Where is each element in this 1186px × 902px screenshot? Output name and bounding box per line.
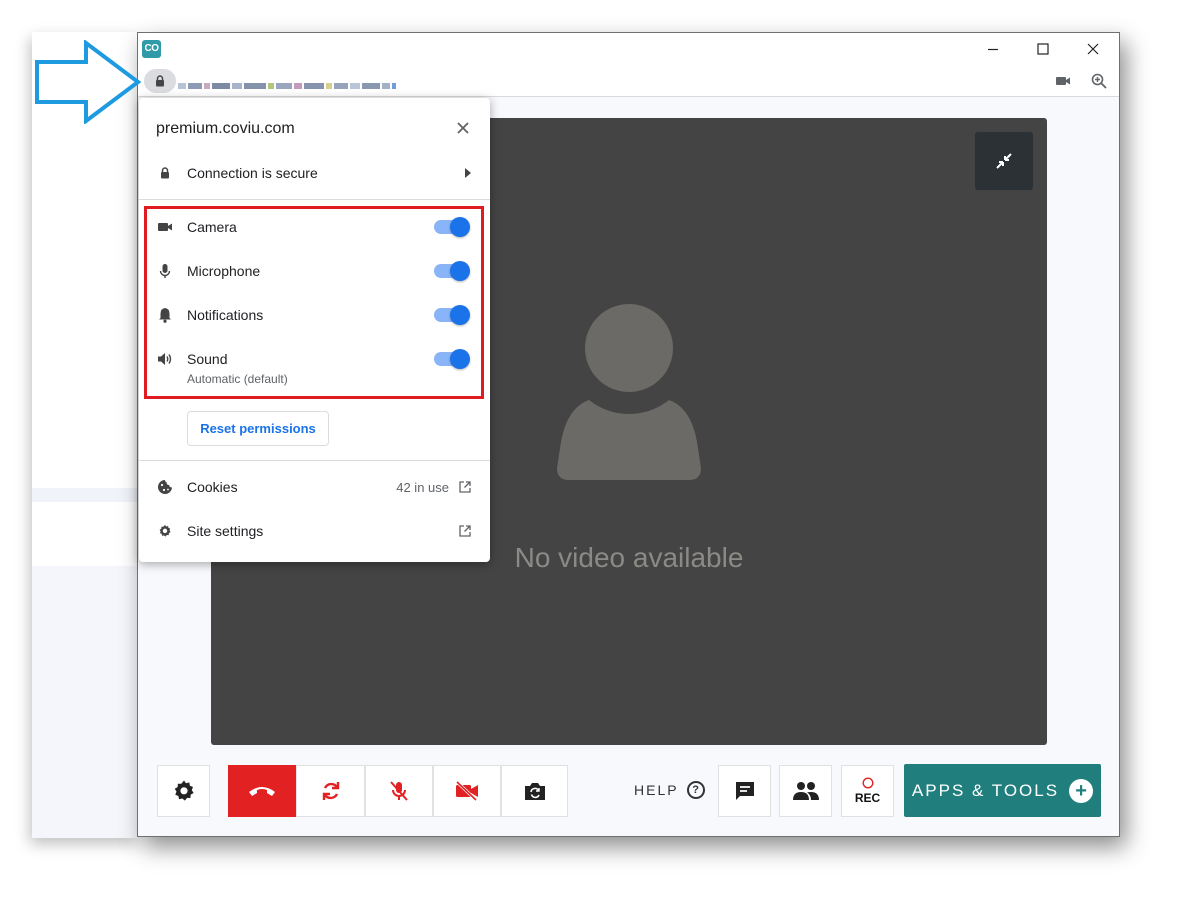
zoom-icon — [1091, 73, 1107, 89]
background-panel — [32, 566, 138, 838]
reset-permissions-button[interactable]: Reset permissions — [187, 411, 329, 446]
camera-icon — [156, 218, 174, 236]
permission-label: Camera — [187, 219, 237, 235]
mute-microphone-button[interactable] — [365, 765, 433, 817]
site-info-popup: premium.coviu.com Connection is secure C… — [139, 98, 490, 562]
permission-row-notifications: Notifications — [139, 301, 490, 329]
cookie-icon — [156, 478, 174, 496]
camera-icon — [1056, 77, 1070, 85]
switch-button[interactable] — [296, 765, 365, 817]
close-button[interactable] — [1069, 33, 1117, 65]
cookies-row[interactable]: Cookies 42 in use — [139, 473, 490, 501]
avatar-placeholder-icon — [557, 304, 701, 480]
permission-row-camera: Camera — [139, 213, 490, 241]
app-logo: CO — [142, 40, 161, 58]
microphone-icon — [156, 262, 174, 280]
open-external-icon — [459, 525, 471, 537]
camera-switch-icon — [524, 783, 545, 800]
screenshot: CO No video available HELP ? REC APPS & … — [0, 0, 1186, 902]
hang-up-button[interactable] — [228, 765, 296, 817]
gear-icon — [174, 780, 194, 801]
refresh-arrows-icon — [322, 782, 339, 800]
bell-icon — [156, 306, 174, 324]
url-text-obscured[interactable] — [178, 77, 478, 89]
settings-button[interactable] — [157, 765, 210, 817]
lock-icon — [156, 75, 164, 87]
record-button[interactable]: REC — [841, 765, 894, 817]
notifications-toggle[interactable] — [434, 305, 470, 325]
plus-circle-icon: + — [1069, 778, 1094, 803]
background-stripe — [32, 488, 138, 502]
phone-hangup-icon — [249, 787, 275, 796]
call-toolbar: HELP ? REC APPS & TOOLS + — [138, 763, 1119, 819]
maximize-button[interactable] — [1019, 33, 1067, 65]
people-icon — [792, 782, 819, 800]
open-external-icon — [459, 481, 471, 493]
collapse-arrows-icon — [996, 153, 1012, 169]
record-circle-icon — [861, 777, 874, 789]
connection-label: Connection is secure — [187, 165, 318, 181]
help-label: HELP — [634, 782, 679, 798]
video-off-icon — [455, 780, 478, 802]
minimize-button[interactable] — [969, 33, 1017, 65]
chat-icon — [735, 782, 754, 800]
divider — [139, 460, 490, 461]
switch-camera-button[interactable] — [501, 765, 568, 817]
cookies-count: 42 in use — [396, 479, 449, 495]
permission-row-microphone: Microphone — [139, 257, 490, 285]
site-info-button[interactable] — [144, 69, 176, 93]
minimize-video-button[interactable] — [975, 132, 1033, 190]
microphone-off-icon — [390, 781, 408, 801]
popup-close-button[interactable] — [453, 118, 473, 138]
sound-toggle[interactable] — [434, 349, 470, 369]
permission-row-sound: Sound — [139, 345, 490, 373]
connection-security-row[interactable]: Connection is secure — [139, 159, 490, 187]
site-domain: premium.coviu.com — [156, 120, 295, 137]
permission-label: Microphone — [187, 263, 261, 279]
apps-and-tools-button[interactable]: APPS & TOOLS + — [904, 764, 1101, 817]
address-bar — [138, 65, 1119, 97]
chevron-right-icon — [465, 168, 471, 178]
camera-permission-button[interactable] — [1054, 73, 1072, 89]
close-icon — [1087, 43, 1099, 55]
help-circle-icon: ? — [686, 781, 705, 799]
site-settings-row[interactable]: Site settings — [139, 517, 490, 545]
minimize-icon — [988, 48, 998, 51]
camera-toggle[interactable] — [434, 217, 470, 237]
apps-and-tools-label: APPS & TOOLS — [911, 780, 1060, 800]
speaker-icon — [156, 350, 174, 368]
site-settings-label: Site settings — [187, 523, 264, 539]
title-bar: CO — [138, 33, 1119, 65]
participants-button[interactable] — [779, 765, 832, 817]
close-icon — [457, 122, 469, 134]
permission-label: Sound — [187, 351, 228, 367]
maximize-icon — [1037, 43, 1049, 55]
gear-icon — [156, 522, 174, 540]
lock-icon — [156, 164, 174, 182]
help-button[interactable]: HELP ? — [634, 781, 705, 799]
record-label: REC — [854, 791, 881, 805]
permission-label: Notifications — [187, 307, 264, 323]
zoom-button[interactable] — [1090, 73, 1108, 89]
sound-sub-label: Automatic (default) — [187, 372, 288, 386]
cookies-label: Cookies — [187, 479, 238, 495]
chat-button[interactable] — [718, 765, 771, 817]
callout-arrow-icon — [35, 40, 142, 124]
divider — [139, 199, 490, 200]
camera-off-button[interactable] — [433, 765, 501, 817]
microphone-toggle[interactable] — [434, 261, 470, 281]
